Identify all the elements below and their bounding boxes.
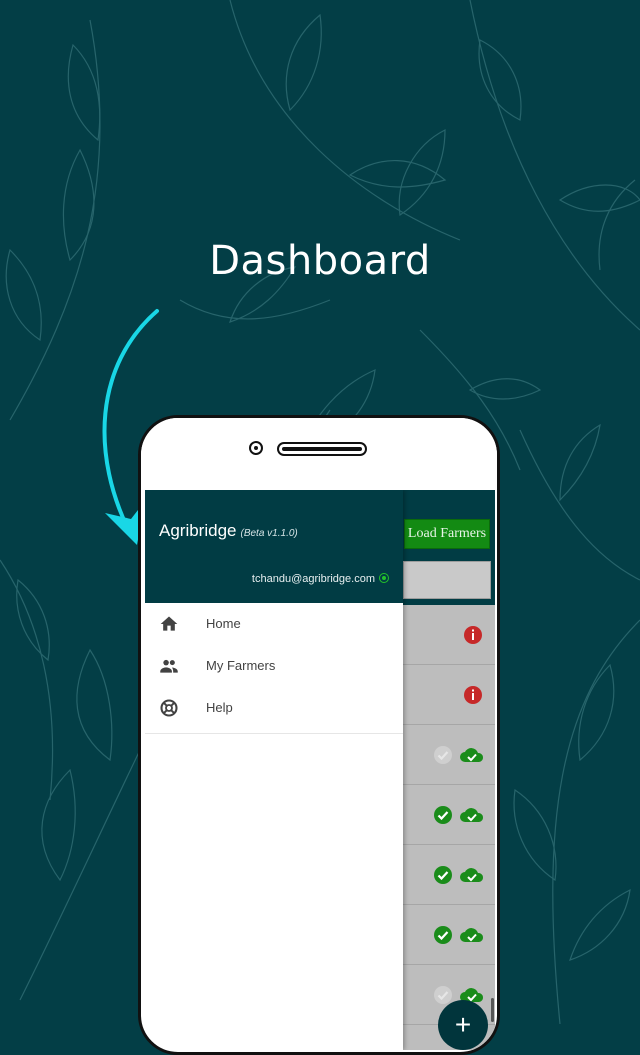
app-name: Agribridge [159, 521, 237, 540]
speaker-grille [277, 442, 367, 456]
menu-divider [145, 733, 403, 734]
check-circle-icon [434, 806, 452, 824]
app-screen: Load Farmers + Agribridge (Beta v1.1.0) … [145, 490, 495, 1050]
drawer-menu: Home My Farmers Help [145, 603, 403, 729]
cloud-done-icon [460, 748, 484, 762]
check-circle-icon [434, 746, 452, 764]
user-email: tchandu@agribridge.com [251, 573, 375, 585]
help-lifebuoy-icon [160, 699, 178, 717]
menu-item-label: Home [206, 616, 241, 631]
list-item[interactable] [403, 905, 495, 965]
menu-item-help[interactable]: Help [145, 687, 403, 729]
phone-top-bezel [141, 418, 497, 490]
menu-item-home[interactable]: Home [145, 603, 403, 645]
error-info-icon [464, 626, 482, 644]
check-circle-icon [434, 926, 452, 944]
people-icon [160, 659, 178, 673]
menu-item-label: My Farmers [206, 658, 276, 673]
app-title: Agribridge (Beta v1.1.0) [159, 521, 298, 541]
check-circle-icon [434, 866, 452, 884]
cloud-done-icon [460, 808, 484, 822]
app-version: (Beta v1.1.0) [240, 528, 298, 539]
list-item[interactable] [403, 785, 495, 845]
load-farmers-button[interactable]: Load Farmers [404, 519, 490, 549]
add-farmer-button[interactable]: + [438, 1000, 488, 1050]
drawer-header: Agribridge (Beta v1.1.0) tchandu@agribrid… [145, 490, 403, 603]
headline-title: Dashboard [209, 238, 431, 284]
list-item[interactable] [403, 605, 495, 665]
online-status-icon [379, 573, 389, 583]
menu-item-label: Help [206, 700, 233, 715]
check-circle-icon [434, 986, 452, 1004]
list-item[interactable] [403, 725, 495, 785]
search-input[interactable] [403, 561, 491, 599]
error-info-icon [464, 686, 482, 704]
menu-item-my-farmers[interactable]: My Farmers [145, 645, 403, 687]
navigation-drawer: Agribridge (Beta v1.1.0) tchandu@agribrid… [145, 490, 403, 1050]
cloud-done-icon [460, 928, 484, 942]
list-scrollbar[interactable] [491, 998, 494, 1022]
list-item[interactable] [403, 665, 495, 725]
camera-icon [249, 441, 263, 455]
cloud-done-icon [460, 868, 484, 882]
farmer-list [403, 605, 495, 1025]
home-icon [160, 616, 178, 631]
phone-mockup: Load Farmers + Agribridge (Beta v1.1.0) … [138, 415, 500, 1055]
list-item[interactable] [403, 845, 495, 905]
